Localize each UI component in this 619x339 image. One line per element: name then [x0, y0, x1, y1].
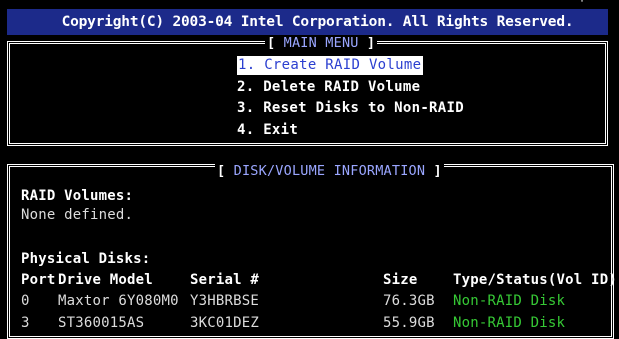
menu-item-label: Delete RAID Volume [263, 79, 421, 95]
disk-size: 76.3GB [383, 293, 435, 309]
disk-info-title-text: DISK/VOLUME INFORMATION [233, 163, 426, 179]
raid-volumes-label: RAID Volumes: [21, 188, 134, 204]
disk-model: ST360015AS [58, 315, 145, 331]
column-header-port: Port [21, 272, 56, 288]
bracket-close: ] [358, 35, 376, 51]
menu-item-exit[interactable]: 4. Exit [237, 121, 298, 140]
copyright-text: Copyright(C) 2003-04 Intel Corporation. … [61, 14, 574, 30]
menu-item-label: Exit [263, 122, 299, 138]
bracket-open: [ [217, 163, 234, 179]
menu-item-number: 1. [238, 57, 256, 73]
column-header-status: Type/Status(Vol ID) [453, 272, 617, 288]
disk-serial: 3KC01DEZ [190, 315, 260, 331]
menu-item-label: Reset Disks to Non-RAID [263, 100, 464, 116]
main-menu-title: [ MAIN MENU ] [265, 35, 378, 51]
disk-size: 55.9GB [383, 315, 435, 331]
bracket-open: [ [267, 35, 284, 51]
menu-item-reset-disks[interactable]: 3. Reset Disks to Non-RAID [237, 99, 464, 118]
copyright-bar: Copyright(C) 2003-04 Intel Corporation. … [7, 9, 608, 35]
disk-port: 3 [21, 315, 30, 331]
menu-item-create-raid-volume[interactable]: 1. Create RAID Volume [237, 56, 424, 75]
main-menu-title-text: MAIN MENU [283, 35, 359, 51]
disk-port: 0 [21, 293, 30, 309]
disk-status: Non-RAID Disk [453, 315, 566, 331]
column-header-serial: Serial # [190, 272, 260, 288]
menu-item-label: Create RAID Volume [264, 57, 422, 73]
menu-item-delete-raid-volume[interactable]: 2. Delete RAID Volume [237, 78, 420, 97]
disk-info-title: [ DISK/VOLUME INFORMATION ] [215, 163, 444, 179]
menu-item-number: 2. [237, 79, 255, 95]
column-header-size: Size [383, 272, 418, 288]
column-header-model: Drive Model [58, 272, 153, 288]
physical-disks-label: Physical Disks: [21, 251, 151, 267]
raid-volumes-value: None defined. [21, 207, 134, 223]
disk-status: Non-RAID Disk [453, 293, 566, 309]
bios-screen: ˙ Copyright(C) 2003-04 Intel Corporation… [0, 0, 619, 339]
bracket-close: ] [425, 163, 442, 179]
menu-item-number: 4. [237, 122, 255, 138]
menu-item-number: 3. [237, 100, 255, 116]
disk-model: Maxtor 6Y080M0 [58, 293, 179, 309]
disk-serial: Y3HBRBSE [190, 293, 260, 309]
